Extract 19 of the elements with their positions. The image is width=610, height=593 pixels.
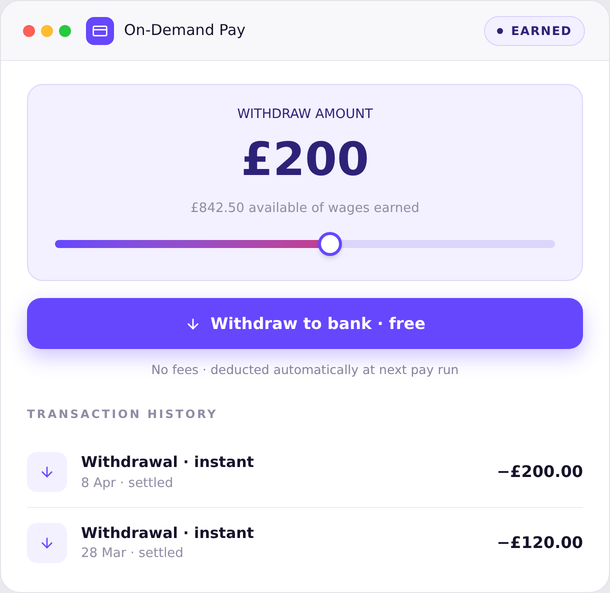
transaction-title: Withdrawal · instant bbox=[81, 452, 254, 473]
arrow-down-icon bbox=[27, 522, 67, 562]
withdraw-button[interactable]: Withdraw to bank · free bbox=[27, 298, 583, 349]
window-title: On-Demand Pay bbox=[124, 20, 246, 42]
transaction-amount: −£120.00 bbox=[496, 532, 583, 554]
status-badge: EARNED bbox=[484, 16, 585, 46]
transaction-date: 28 Mar · settled bbox=[81, 545, 184, 563]
transaction-amount: −£200.00 bbox=[496, 461, 583, 483]
card-icon bbox=[86, 16, 114, 44]
amount-label: WITHDRAW AMOUNT bbox=[237, 106, 373, 124]
transaction-title: Withdrawal · instant bbox=[81, 522, 254, 544]
fees-note: No fees · deducted automatically at next pay run bbox=[151, 361, 459, 379]
section-heading: TRANSACTION HISTORY bbox=[27, 406, 219, 423]
amount-value: £200 bbox=[240, 130, 370, 186]
amount-slider[interactable] bbox=[55, 232, 555, 256]
available-text: £842.50 available of wages earned bbox=[190, 200, 420, 218]
transaction-date: 8 Apr · settled bbox=[81, 474, 174, 492]
slider-thumb[interactable] bbox=[318, 232, 342, 256]
arrow-down-icon bbox=[27, 452, 67, 492]
